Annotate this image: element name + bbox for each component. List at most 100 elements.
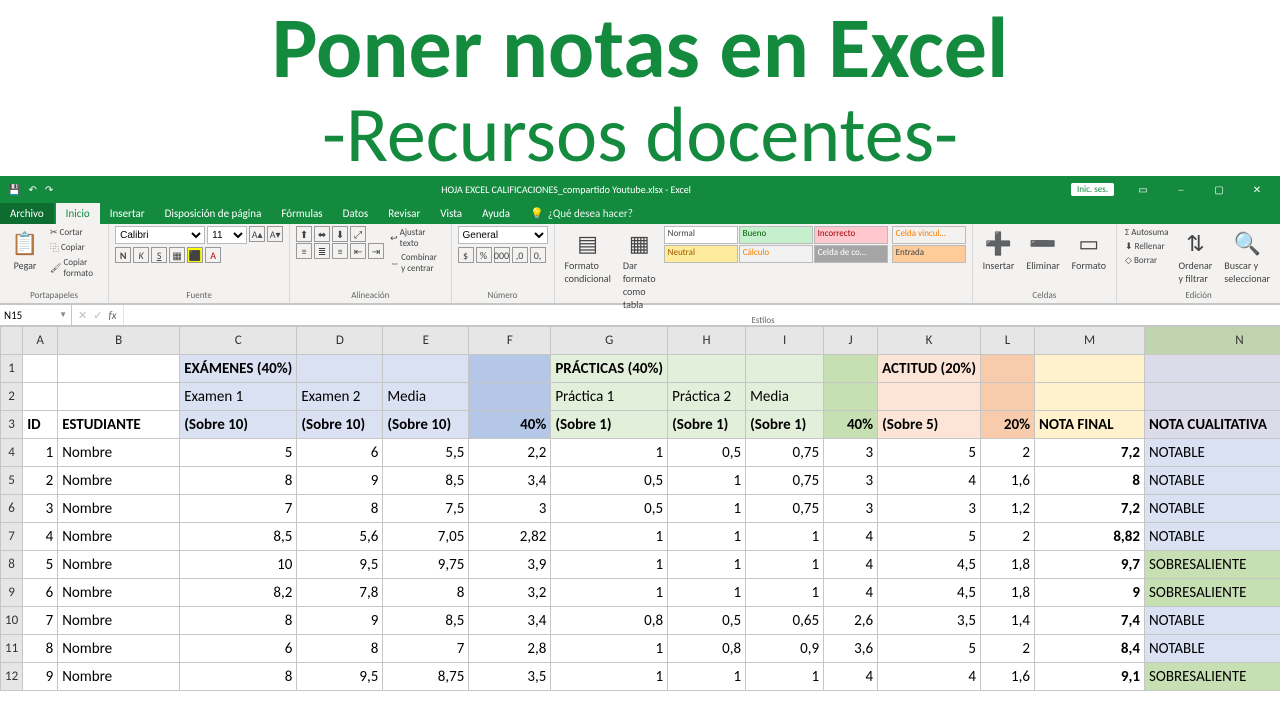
cell-K6[interactable]: 3 [878,495,981,523]
redo-icon[interactable]: ↷ [45,183,53,196]
cell-D9[interactable]: 7,8 [297,579,383,607]
cell-I12[interactable]: 1 [746,663,824,691]
cell-C5[interactable]: 8 [180,467,297,495]
cell-G7[interactable]: 1 [551,523,668,551]
ribbon-options-icon[interactable]: ▭ [1126,183,1160,196]
cell-N1[interactable] [1145,355,1280,383]
fill-color-button[interactable]: ⬛ [187,247,203,263]
cell-B4[interactable]: Nombre [58,439,180,467]
minimize-icon[interactable]: ─ [1164,183,1198,196]
cell-B8[interactable]: Nombre [58,551,180,579]
cell-F8[interactable]: 3,9 [469,551,551,579]
cell-B1[interactable] [58,355,180,383]
cell-L8[interactable]: 1,8 [981,551,1035,579]
fill-button[interactable]: ⬇Rellenar [1123,240,1171,253]
cell-G2[interactable]: Práctica 1 [551,383,668,411]
cell-I11[interactable]: 0,9 [746,635,824,663]
paste-button[interactable]: 📋Pegar [6,226,44,274]
align-bottom-icon[interactable]: ⬇ [332,226,348,242]
find-select-button[interactable]: 🔍Buscar y seleccionar [1220,226,1274,287]
cell-N3[interactable]: NOTA CUALITATIVA [1145,411,1280,439]
cell-E8[interactable]: 9,75 [383,551,469,579]
wrap-text-button[interactable]: ↩Ajustar texto [388,226,444,250]
cell-F4[interactable]: 2,2 [469,439,551,467]
cell-A4[interactable]: 1 [23,439,58,467]
sheet-grid[interactable]: ABCDEFGHIJKLMN1EXÁMENES (40%)PRÁCTICAS (… [0,326,1280,691]
col-header-J[interactable]: J [824,327,878,355]
tab-view[interactable]: Vista [430,203,472,224]
cell-D6[interactable]: 8 [297,495,383,523]
cut-button[interactable]: ✂Cortar [48,226,102,239]
cell-I2[interactable]: Media [746,383,824,411]
cell-H8[interactable]: 1 [668,551,746,579]
cell-K4[interactable]: 5 [878,439,981,467]
cell-styles-gallery[interactable]: Normal Bueno Incorrecto Neutral Cálculo … [664,226,888,263]
cell-E12[interactable]: 8,75 [383,663,469,691]
cell-H10[interactable]: 0,5 [668,607,746,635]
row-header-2[interactable]: 2 [1,383,23,411]
col-header-M[interactable]: M [1035,327,1145,355]
undo-icon[interactable]: ↶ [28,183,36,196]
cell-I6[interactable]: 0,75 [746,495,824,523]
cell-B12[interactable]: Nombre [58,663,180,691]
cell-D7[interactable]: 5,6 [297,523,383,551]
cell-M9[interactable]: 9 [1035,579,1145,607]
cell-B7[interactable]: Nombre [58,523,180,551]
cell-B9[interactable]: Nombre [58,579,180,607]
cell-I9[interactable]: 1 [746,579,824,607]
cell-A6[interactable]: 3 [23,495,58,523]
cell-J1[interactable] [824,355,878,383]
cell-J8[interactable]: 4 [824,551,878,579]
cell-N5[interactable]: NOTABLE [1145,467,1280,495]
cell-M3[interactable]: NOTA FINAL [1035,411,1145,439]
delete-cells-button[interactable]: ➖Eliminar [1022,226,1063,274]
cell-M10[interactable]: 7,4 [1035,607,1145,635]
row-header-6[interactable]: 6 [1,495,23,523]
cell-G12[interactable]: 1 [551,663,668,691]
cell-G9[interactable]: 1 [551,579,668,607]
cell-H3[interactable]: (Sobre 1) [668,411,746,439]
cell-E4[interactable]: 5,5 [383,439,469,467]
cell-N11[interactable]: NOTABLE [1145,635,1280,663]
cell-K1[interactable]: ACTITUD (20%) [878,355,981,383]
cell-M8[interactable]: 9,7 [1035,551,1145,579]
cell-E6[interactable]: 7,5 [383,495,469,523]
cell-F9[interactable]: 3,2 [469,579,551,607]
cell-K10[interactable]: 3,5 [878,607,981,635]
cell-E1[interactable] [383,355,469,383]
row-header-12[interactable]: 12 [1,663,23,691]
row-header-1[interactable]: 1 [1,355,23,383]
cell-F3[interactable]: 40% [469,411,551,439]
percent-icon[interactable]: % [476,247,492,263]
cell-C9[interactable]: 8,2 [180,579,297,607]
align-right-icon[interactable]: ≡ [332,243,348,259]
cell-J12[interactable]: 4 [824,663,878,691]
style-neutral[interactable]: Neutral [664,245,738,263]
cell-L7[interactable]: 2 [981,523,1035,551]
col-header-K[interactable]: K [878,327,981,355]
cell-H12[interactable]: 1 [668,663,746,691]
cell-K5[interactable]: 4 [878,467,981,495]
cell-D8[interactable]: 9,5 [297,551,383,579]
cell-E5[interactable]: 8,5 [383,467,469,495]
cell-K11[interactable]: 5 [878,635,981,663]
cell-M5[interactable]: 8 [1035,467,1145,495]
cell-N12[interactable]: SOBRESALIENTE [1145,663,1280,691]
cell-G1[interactable]: PRÁCTICAS (40%) [551,355,668,383]
cell-A5[interactable]: 2 [23,467,58,495]
row-header-3[interactable]: 3 [1,411,23,439]
increase-font-icon[interactable]: A▴ [249,226,265,242]
maximize-icon[interactable]: ▢ [1202,183,1236,196]
cell-K12[interactable]: 4 [878,663,981,691]
cell-F10[interactable]: 3,4 [469,607,551,635]
border-button[interactable]: ▦ [169,247,185,263]
tab-data[interactable]: Datos [333,203,379,224]
col-header-I[interactable]: I [746,327,824,355]
cell-M12[interactable]: 9,1 [1035,663,1145,691]
cell-I7[interactable]: 1 [746,523,824,551]
tab-layout[interactable]: Disposición de página [155,203,272,224]
align-left-icon[interactable]: ≡ [296,243,312,259]
col-header-G[interactable]: G [551,327,668,355]
cell-G5[interactable]: 0,5 [551,467,668,495]
conditional-format-button[interactable]: ▤Formato condicional [561,226,615,287]
